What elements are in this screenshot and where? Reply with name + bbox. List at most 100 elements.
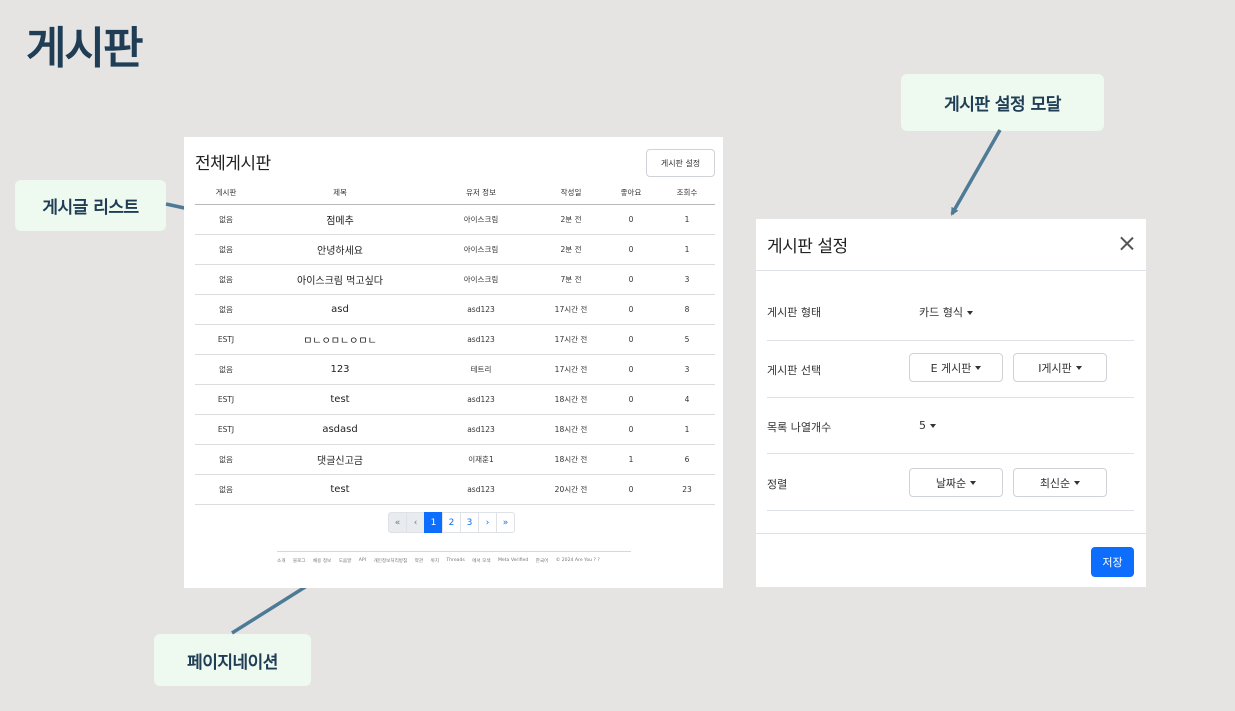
cell-title[interactable]: test bbox=[257, 474, 423, 505]
setting-row-board-select: 게시판 선택 E 게시판 I게시판 bbox=[767, 341, 1134, 398]
cell-board: 없음 bbox=[195, 264, 257, 295]
footer-link[interactable]: 블로그 bbox=[293, 558, 306, 564]
setting-row-list-count: 목록 나열개수 5 bbox=[767, 398, 1134, 454]
pagination-last-button[interactable]: » bbox=[496, 512, 515, 533]
cell-title[interactable]: asdasd bbox=[257, 414, 423, 445]
cell-views: 3 bbox=[659, 264, 715, 295]
cell-title[interactable]: 댓글신고금 bbox=[257, 444, 423, 475]
cell-title[interactable]: asd bbox=[257, 294, 423, 325]
list-count-dropdown[interactable]: 5 bbox=[919, 419, 936, 432]
footer-link[interactable]: Meta Verified bbox=[498, 558, 528, 564]
sort-recent-dropdown[interactable]: 최신순 bbox=[1013, 468, 1107, 497]
table-row[interactable]: 없음 아이스크림 먹고싶다 아이스크림 7분 전 0 3 bbox=[195, 264, 715, 295]
cell-title[interactable]: 점메추 bbox=[257, 204, 423, 235]
cell-likes: 0 bbox=[603, 264, 659, 295]
cell-board: ESTJ bbox=[195, 414, 257, 445]
footer-links: 소개 블로그 채용 정보 도움말 API 개인정보처리방침 약관 위치 Thre… bbox=[277, 558, 637, 564]
cell-date: 18시간 전 bbox=[539, 444, 603, 475]
table-row[interactable]: ESTJ test asd123 18시간 전 0 4 bbox=[195, 384, 715, 415]
pagination-prev-button[interactable]: ‹ bbox=[406, 512, 425, 533]
save-button[interactable]: 저장 bbox=[1091, 547, 1134, 577]
footer-link[interactable]: 개인정보처리방침 bbox=[373, 558, 407, 564]
cell-board: ESTJ bbox=[195, 384, 257, 415]
dropdown-value: 날짜순 bbox=[935, 476, 967, 490]
footer-link[interactable]: API bbox=[359, 558, 366, 564]
cell-date: 17시간 전 bbox=[539, 324, 603, 355]
post-table: 게시판 제목 유저 정보 작성일 좋아요 조회수 없음 점메추 아이스크림 2분… bbox=[195, 181, 715, 505]
footer-link[interactable]: 약관 bbox=[415, 558, 423, 564]
caret-down-icon bbox=[970, 480, 977, 485]
cell-user: 아이스크림 bbox=[423, 264, 539, 295]
footer-link[interactable]: 소개 bbox=[277, 558, 285, 564]
table-row[interactable]: 없음 점메추 아이스크림 2분 전 0 1 bbox=[195, 204, 715, 235]
cell-title[interactable]: 123 bbox=[257, 354, 423, 385]
e-board-dropdown[interactable]: E 게시판 bbox=[909, 353, 1003, 382]
cell-title[interactable]: test bbox=[257, 384, 423, 415]
column-header-views: 조회수 bbox=[659, 181, 715, 205]
cell-board: ESTJ bbox=[195, 324, 257, 355]
sort-date-dropdown[interactable]: 날짜순 bbox=[909, 468, 1003, 497]
board-settings-button[interactable]: 게시판 설정 bbox=[646, 149, 715, 177]
table-row[interactable]: 없음 test asd123 20시간 전 0 23 bbox=[195, 474, 715, 505]
modal-footer: 저장 bbox=[756, 533, 1146, 587]
modal-header: 게시판 설정 bbox=[756, 219, 1146, 271]
close-icon[interactable] bbox=[1115, 232, 1139, 256]
cell-user: asd123 bbox=[423, 384, 539, 415]
table-row[interactable]: 없음 asd asd123 17시간 전 0 8 bbox=[195, 294, 715, 325]
setting-label: 목록 나열개수 bbox=[767, 421, 832, 434]
cell-date: 18시간 전 bbox=[539, 384, 603, 415]
cell-date: 17시간 전 bbox=[539, 354, 603, 385]
pagination-page-3[interactable]: 3 bbox=[460, 512, 479, 533]
setting-row-board-type: 게시판 형태 카드 형식 bbox=[767, 271, 1134, 341]
setting-label: 게시판 선택 bbox=[767, 364, 822, 377]
board-type-dropdown[interactable]: 카드 형식 bbox=[919, 304, 973, 320]
footer-link[interactable]: 채용 정보 bbox=[313, 558, 331, 564]
setting-row-sort: 정렬 날짜순 최신순 bbox=[767, 454, 1134, 511]
cell-likes: 0 bbox=[603, 234, 659, 265]
pagination-next-button[interactable]: › bbox=[478, 512, 497, 533]
page-title: 게시판 bbox=[26, 23, 143, 74]
footer-link[interactable]: 도움말 bbox=[339, 558, 352, 564]
setting-label: 게시판 형태 bbox=[767, 306, 822, 319]
cell-likes: 0 bbox=[603, 414, 659, 445]
cell-user: asd123 bbox=[423, 414, 539, 445]
cell-board: 없음 bbox=[195, 234, 257, 265]
table-row[interactable]: 없음 123 테트리 17시간 전 0 3 bbox=[195, 354, 715, 385]
cell-views: 8 bbox=[659, 294, 715, 325]
table-row[interactable]: 없음 안녕하세요 아이스크림 2분 전 0 1 bbox=[195, 234, 715, 265]
pagination-first-button[interactable]: « bbox=[388, 512, 407, 533]
table-row[interactable]: ESTJ ㅁㄴㅇㅁㄴㅇㅁㄴ asd123 17시간 전 0 5 bbox=[195, 324, 715, 355]
dropdown-value: 카드 형식 bbox=[919, 306, 963, 319]
cell-title[interactable]: ㅁㄴㅇㅁㄴㅇㅁㄴ bbox=[257, 324, 423, 355]
board-panel: 전체게시판 게시판 설정 게시판 제목 유저 정보 작성일 좋아요 조회수 없음… bbox=[184, 137, 723, 588]
pagination-page-1[interactable]: 1 bbox=[424, 512, 443, 533]
caret-down-icon bbox=[930, 424, 936, 428]
cell-user: asd123 bbox=[423, 294, 539, 325]
cell-date: 2분 전 bbox=[539, 234, 603, 265]
table-row[interactable]: ESTJ asdasd asd123 18시간 전 0 1 bbox=[195, 414, 715, 445]
column-header-date: 작성일 bbox=[539, 181, 603, 205]
table-row[interactable]: 없음 댓글신고금 이재훈1 18시간 전 1 6 bbox=[195, 444, 715, 475]
cell-views: 1 bbox=[659, 204, 715, 235]
column-header-likes: 좋아요 bbox=[603, 181, 659, 205]
cell-likes: 0 bbox=[603, 324, 659, 355]
cell-views: 23 bbox=[659, 474, 715, 505]
cell-user: asd123 bbox=[423, 324, 539, 355]
column-header-title: 제목 bbox=[257, 181, 423, 205]
dropdown-value: E 게시판 bbox=[930, 361, 972, 375]
cell-views: 5 bbox=[659, 324, 715, 355]
i-board-dropdown[interactable]: I게시판 bbox=[1013, 353, 1107, 382]
cell-likes: 0 bbox=[603, 354, 659, 385]
callout-pagination: 페이지네이션 bbox=[154, 634, 311, 686]
footer-link[interactable]: 한국어 bbox=[536, 558, 549, 564]
pagination-page-2[interactable]: 2 bbox=[442, 512, 461, 533]
footer-link[interactable]: 에서 모색 bbox=[472, 558, 490, 564]
cell-date: 18시간 전 bbox=[539, 414, 603, 445]
footer-link[interactable]: Threads bbox=[446, 558, 464, 564]
callout-post-list: 게시글 리스트 bbox=[15, 180, 166, 231]
cell-board: 없음 bbox=[195, 294, 257, 325]
footer-link[interactable]: 위치 bbox=[430, 558, 438, 564]
cell-title[interactable]: 안녕하세요 bbox=[257, 234, 423, 265]
cell-title[interactable]: 아이스크림 먹고싶다 bbox=[257, 264, 423, 295]
cell-date: 2분 전 bbox=[539, 204, 603, 235]
